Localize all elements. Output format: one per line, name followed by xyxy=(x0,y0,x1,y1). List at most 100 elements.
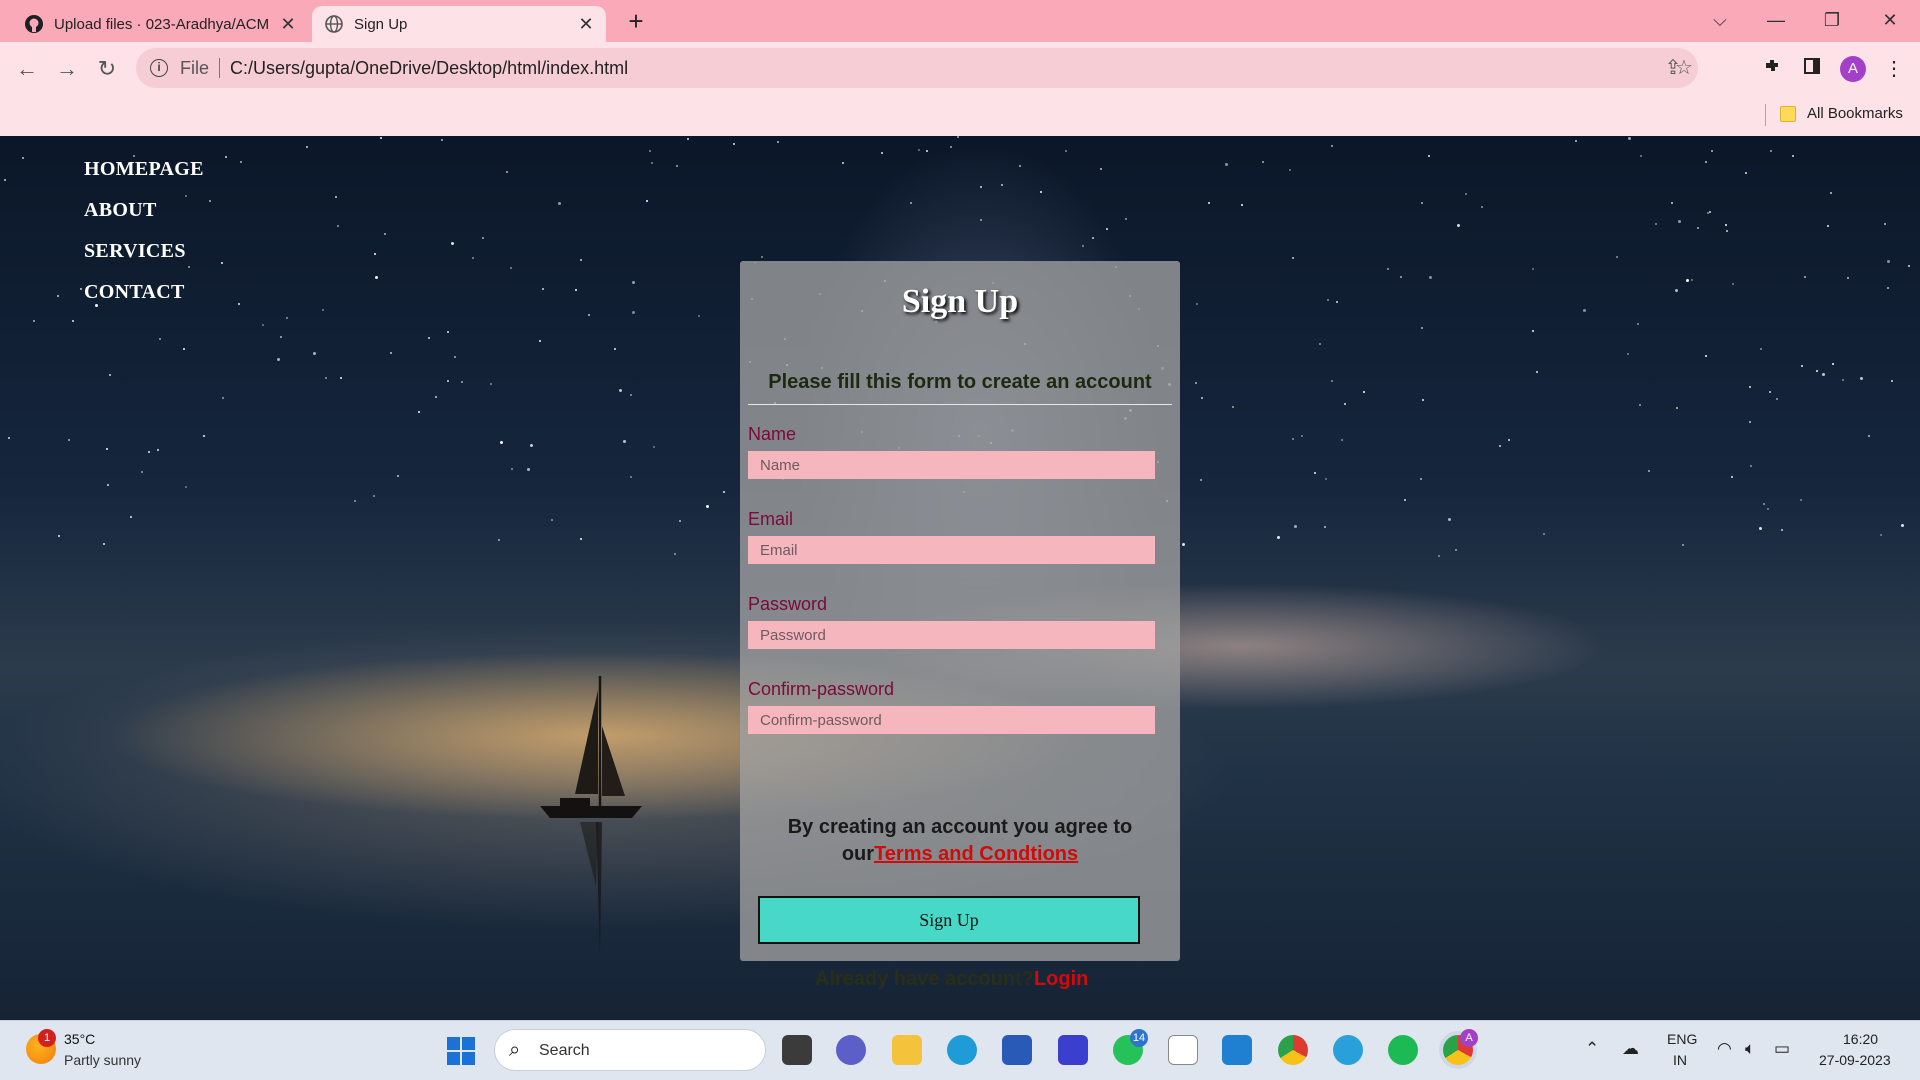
menu-kebab-icon[interactable]: ⋮ xyxy=(1879,54,1909,84)
weather-description[interactable]: Partly sunny xyxy=(64,1052,141,1068)
star-dot xyxy=(1262,161,1264,163)
tab-sign-up[interactable]: Sign Up ✕ xyxy=(312,6,606,42)
star-dot xyxy=(1019,165,1021,167)
new-tab-button[interactable]: + xyxy=(622,8,650,36)
taskbar-search[interactable]: ⌕ Search xyxy=(494,1029,766,1071)
star-dot xyxy=(1363,391,1365,393)
login-link[interactable]: Login xyxy=(1034,968,1088,990)
terms-link[interactable]: Terms and Condtions xyxy=(874,843,1078,865)
telegram-icon[interactable] xyxy=(1333,1035,1363,1065)
sign-up-button[interactable]: Sign Up xyxy=(758,896,1140,944)
restore-button[interactable]: ❐ xyxy=(1812,6,1852,34)
star-dot xyxy=(506,171,508,173)
vscode-icon[interactable] xyxy=(1222,1035,1252,1065)
star-dot xyxy=(418,411,420,413)
tab-strip: Upload files · 023-Aradhya/ACM ✕ Sign Up… xyxy=(0,0,1920,42)
star-dot xyxy=(428,337,430,339)
star-dot xyxy=(1201,397,1203,399)
address-url[interactable]: C:/Users/gupta/OneDrive/Desktop/html/ind… xyxy=(230,58,628,79)
star-dot xyxy=(1887,287,1889,289)
star-dot xyxy=(1731,476,1733,478)
clock-date[interactable]: 27-09-2023 xyxy=(1819,1052,1891,1068)
weather-temperature[interactable]: 35°C xyxy=(64,1031,95,1047)
star-dot xyxy=(141,471,143,473)
forward-button[interactable]: → xyxy=(52,54,82,84)
star-dot xyxy=(1532,268,1534,270)
teams-chat-icon[interactable] xyxy=(836,1035,866,1065)
close-window-button[interactable]: ✕ xyxy=(1870,6,1910,34)
star-dot xyxy=(1195,382,1197,384)
star-dot xyxy=(632,311,635,314)
star-dot xyxy=(1421,327,1423,329)
email-input[interactable] xyxy=(748,536,1155,564)
star-dot xyxy=(498,539,500,541)
form-divider xyxy=(748,404,1172,405)
nav-link-services[interactable]: SERVICES xyxy=(84,236,204,277)
reload-button[interactable]: ↻ xyxy=(92,54,122,84)
microsoft-store-icon[interactable] xyxy=(1002,1035,1032,1065)
star-dot xyxy=(490,383,492,385)
task-view-icon[interactable] xyxy=(782,1035,812,1065)
onedrive-cloud-icon[interactable]: ☁ xyxy=(1622,1039,1639,1059)
star-dot xyxy=(340,377,342,379)
extensions-icon[interactable] xyxy=(1757,54,1787,84)
spotify-icon[interactable] xyxy=(1388,1035,1418,1065)
show-hidden-icons-icon[interactable]: ⌃ xyxy=(1585,1039,1599,1059)
github-icon xyxy=(24,14,44,34)
file-explorer-icon[interactable] xyxy=(892,1035,922,1065)
star-dot xyxy=(262,324,264,326)
star-dot xyxy=(375,276,378,279)
language-line1[interactable]: ENG xyxy=(1667,1031,1697,1047)
star-dot xyxy=(1627,353,1629,355)
all-bookmarks-button[interactable]: All Bookmarks xyxy=(1807,105,1903,122)
windows-start-icon[interactable] xyxy=(447,1037,475,1065)
nav-link-about[interactable]: ABOUT xyxy=(84,195,204,236)
close-tab-icon[interactable]: ✕ xyxy=(278,14,298,34)
password-label: Password xyxy=(748,594,828,614)
star-dot xyxy=(1232,406,1234,408)
star-dot xyxy=(472,257,474,259)
star-dot xyxy=(1760,348,1762,350)
close-tab-icon[interactable]: ✕ xyxy=(576,14,596,34)
star-dot xyxy=(1709,211,1711,213)
volume-icon[interactable]: 🔈︎ xyxy=(1745,1039,1755,1059)
star-dot xyxy=(1675,289,1678,292)
back-button[interactable]: ← xyxy=(12,54,42,84)
side-panel-icon[interactable] xyxy=(1797,54,1827,84)
star-dot xyxy=(1691,279,1693,281)
tab-search-dropdown-icon[interactable]: ⌵ xyxy=(1700,6,1740,34)
confirm-password-input[interactable] xyxy=(748,706,1155,734)
bookmark-star-icon[interactable]: ☆ xyxy=(1669,48,1699,88)
battery-icon[interactable]: ▭ xyxy=(1774,1039,1790,1059)
nav-link-contact[interactable]: CONTACT xyxy=(84,277,204,318)
language-line2[interactable]: IN xyxy=(1673,1052,1687,1068)
name-input[interactable] xyxy=(748,451,1155,479)
password-input[interactable] xyxy=(748,621,1155,649)
star-dot xyxy=(1341,439,1343,441)
tab-github-upload[interactable]: Upload files · 023-Aradhya/ACM ✕ xyxy=(12,6,308,42)
star-dot xyxy=(980,186,982,188)
star-dot xyxy=(649,150,651,152)
notepad-icon[interactable] xyxy=(1168,1035,1198,1065)
nav-link-homepage[interactable]: HOMEPAGE xyxy=(84,154,204,195)
star-dot xyxy=(1106,228,1108,230)
chrome-icon[interactable] xyxy=(1278,1035,1308,1065)
minimize-button[interactable]: — xyxy=(1756,6,1796,34)
clock-time[interactable]: 16:20 xyxy=(1843,1031,1878,1047)
star-dot xyxy=(1508,439,1510,441)
editor-app-icon[interactable] xyxy=(1058,1035,1088,1065)
star-dot xyxy=(1648,470,1650,472)
star-dot xyxy=(1767,508,1769,510)
star-dot xyxy=(1749,386,1751,388)
star-dot xyxy=(539,340,541,342)
star-dot xyxy=(1465,193,1467,195)
star-dot xyxy=(1640,155,1642,157)
info-icon[interactable]: i xyxy=(150,59,168,77)
wifi-icon[interactable]: ◠ xyxy=(1717,1039,1732,1059)
profile-avatar[interactable]: A xyxy=(1840,56,1866,82)
star-dot xyxy=(1344,403,1346,405)
star-dot xyxy=(1628,137,1631,140)
address-bar[interactable]: i File C:/Users/gupta/OneDrive/Desktop/h… xyxy=(136,48,1698,88)
edge-icon[interactable] xyxy=(947,1035,977,1065)
star-dot xyxy=(1697,227,1699,229)
